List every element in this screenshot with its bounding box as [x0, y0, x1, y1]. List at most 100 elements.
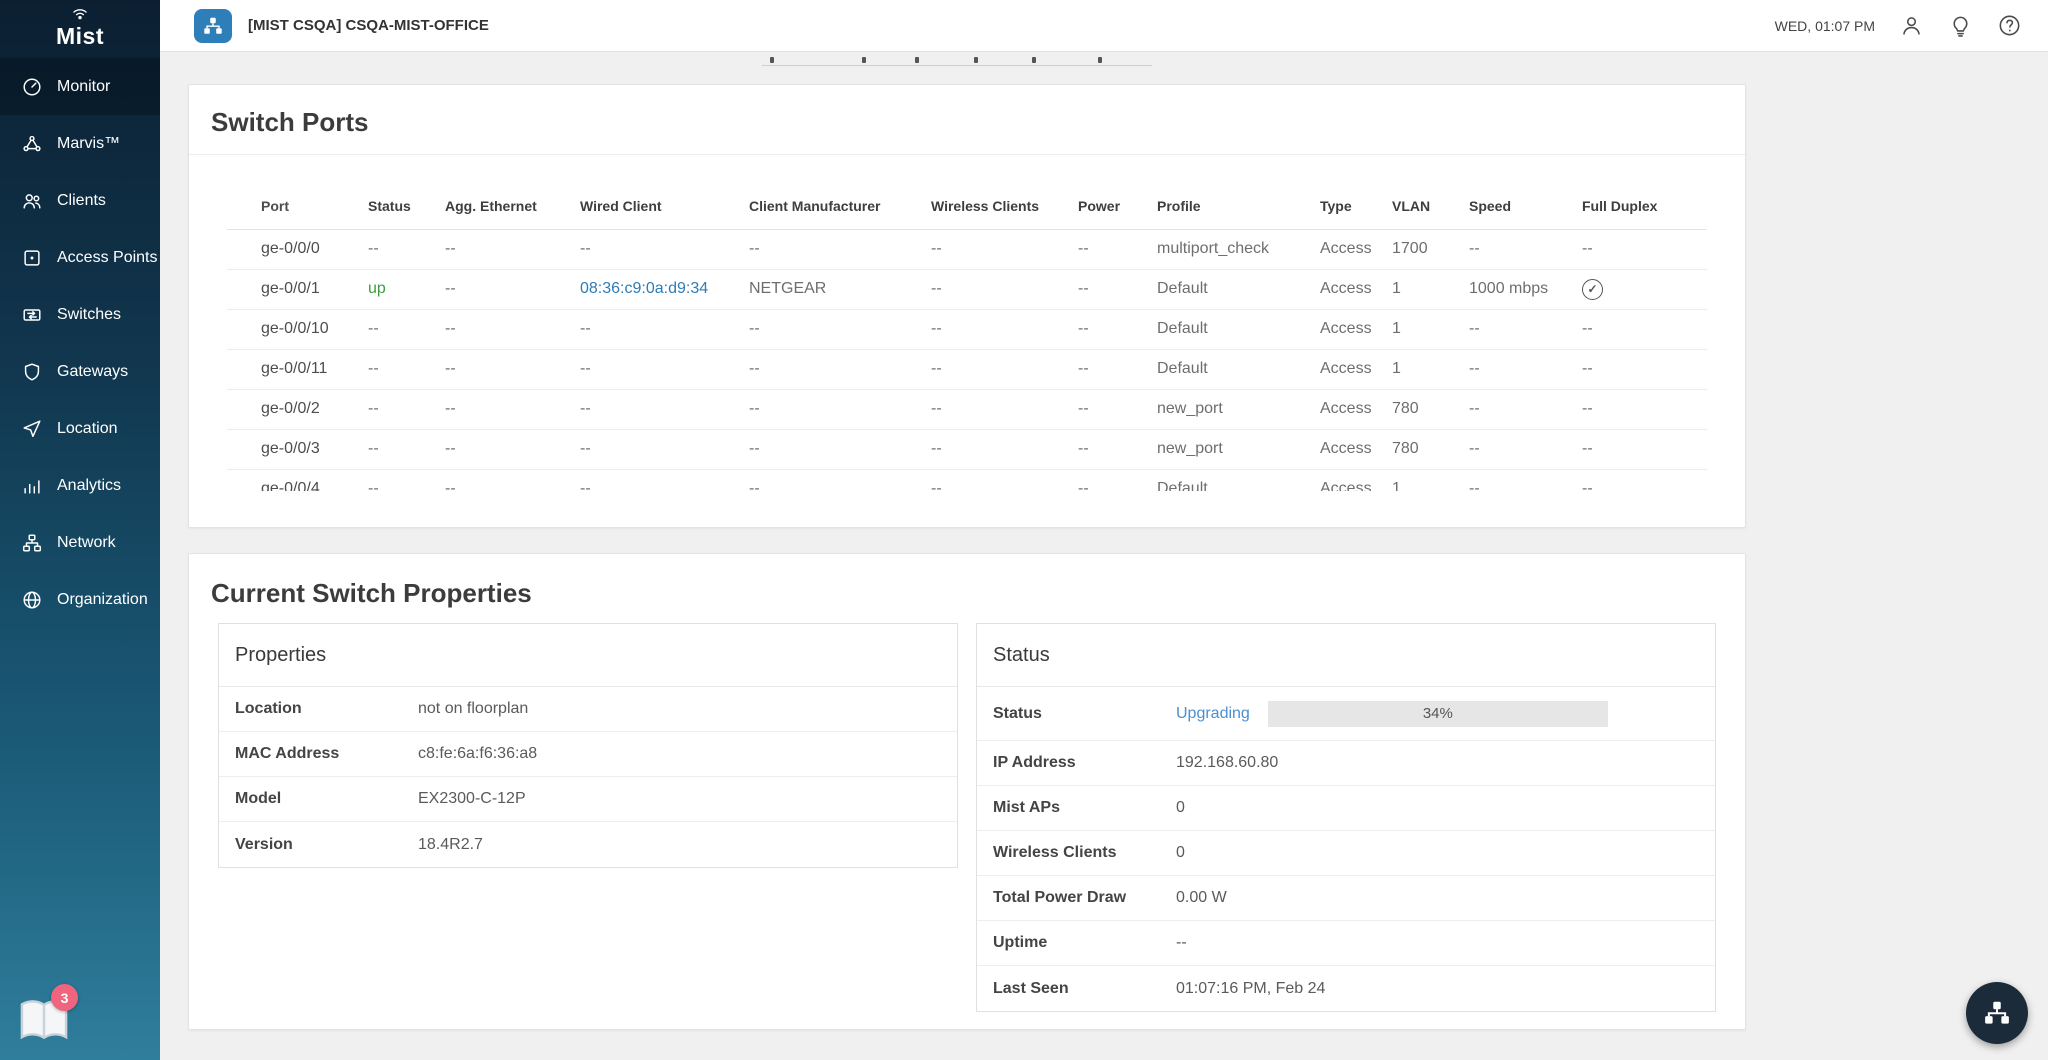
sidebar-item-label: Switches — [57, 306, 121, 324]
cell-wired-client: -- — [580, 229, 749, 269]
sitemap-icon — [20, 531, 44, 555]
cell-profile: new_port — [1157, 429, 1320, 469]
current-switch-properties-title: Current Switch Properties — [211, 578, 532, 608]
cell-agg-ethernet: -- — [445, 389, 580, 429]
sidebar-item-organization[interactable]: Organization — [0, 571, 160, 628]
property-value: c8:fe:6a:f6:36:a8 — [418, 745, 537, 763]
access-point-icon — [20, 246, 44, 270]
cell-type: Access — [1320, 389, 1392, 429]
cell-wireless-clients: -- — [931, 389, 1078, 429]
col-agg-ethernet: Agg. Ethernet — [445, 183, 580, 229]
current-switch-properties-header: Current Switch Properties — [189, 554, 1745, 623]
shield-icon — [20, 360, 44, 384]
sidebar-item-label: Access Points — [57, 249, 157, 267]
cell-status: up — [368, 269, 445, 309]
cell-status: -- — [368, 349, 445, 389]
properties-panels: Properties Location not on floorplan MAC… — [189, 623, 1745, 1012]
property-value: 01:07:16 PM, Feb 24 — [1176, 980, 1325, 998]
properties-panel-title: Properties — [219, 624, 957, 687]
sidebar-item-monitor[interactable]: Monitor — [0, 58, 160, 115]
account-button[interactable] — [1899, 13, 1924, 38]
cell-port: ge-0/0/2 — [227, 389, 368, 429]
upgrading-link[interactable]: Upgrading — [1176, 705, 1250, 723]
col-speed: Speed — [1469, 183, 1582, 229]
switch-ports-table: Port Status Agg. Ethernet Wired Client C… — [227, 183, 1707, 491]
property-label: Location — [235, 700, 418, 718]
org-title: [MIST CSQA] CSQA-MIST-OFFICE — [248, 17, 489, 34]
topbar-right: WED, 01:07 PM — [1775, 13, 2022, 38]
col-port: Port — [227, 183, 368, 229]
cell-power: -- — [1078, 349, 1157, 389]
cell-speed: -- — [1469, 389, 1582, 429]
org-switcher-button[interactable] — [194, 9, 232, 43]
cell-type: Access — [1320, 269, 1392, 309]
property-label: Total Power Draw — [993, 889, 1176, 907]
table-row[interactable]: ge-0/0/11 -- -- -- -- -- -- Default Acce… — [227, 349, 1707, 389]
status-panel: Status Status Upgrading 34% IP Address — [976, 623, 1716, 1012]
cell-power: -- — [1078, 309, 1157, 349]
help-button[interactable] — [1997, 13, 2022, 38]
marvis-chat-button[interactable] — [1966, 982, 2028, 1044]
cell-wireless-clients: -- — [931, 429, 1078, 469]
sidebar-item-analytics[interactable]: Analytics — [0, 457, 160, 514]
cell-agg-ethernet: -- — [445, 349, 580, 389]
cell-wired-client: 08:36:c9:0a:d9:34 — [580, 269, 749, 309]
cell-type: Access — [1320, 429, 1392, 469]
property-label: Version — [235, 836, 418, 854]
marvis-molecule-icon — [20, 132, 44, 156]
sidebar-item-location[interactable]: Location — [0, 400, 160, 457]
cell-wireless-clients: -- — [931, 269, 1078, 309]
property-label: Wireless Clients — [993, 844, 1176, 862]
cell-port: ge-0/0/11 — [227, 349, 368, 389]
sidebar-item-access-points[interactable]: Access Points — [0, 229, 160, 286]
table-row[interactable]: ge-0/0/1 up -- 08:36:c9:0a:d9:34 NETGEAR… — [227, 269, 1707, 309]
property-label: Status — [993, 705, 1176, 723]
mist-logo[interactable]: Mist — [0, 0, 160, 58]
documentation-button[interactable]: 3 — [14, 994, 74, 1048]
whats-new-button[interactable] — [1948, 13, 1973, 38]
cell-wireless-clients: -- — [931, 349, 1078, 389]
wired-client-link[interactable]: 08:36:c9:0a:d9:34 — [580, 280, 708, 297]
question-icon — [1997, 13, 2022, 38]
cell-profile: new_port — [1157, 389, 1320, 429]
cell-vlan: 1 — [1392, 469, 1469, 491]
gauge-icon — [20, 75, 44, 99]
property-value: 18.4R2.7 — [418, 836, 483, 854]
property-label: Uptime — [993, 934, 1176, 952]
status-value: Upgrading 34% — [1176, 701, 1608, 727]
table-row[interactable]: ge-0/0/0 -- -- -- -- -- -- multiport_che… — [227, 229, 1707, 269]
cell-full-duplex: -- — [1582, 309, 1707, 349]
sidebar-item-network[interactable]: Network — [0, 514, 160, 571]
cell-status: -- — [368, 229, 445, 269]
cell-wired-client: -- — [580, 389, 749, 429]
mist-logo-text: Mist — [56, 23, 104, 50]
table-row[interactable]: ge-0/0/10 -- -- -- -- -- -- Default Acce… — [227, 309, 1707, 349]
property-row: Uptime -- — [977, 921, 1715, 966]
table-row[interactable]: ge-0/0/2 -- -- -- -- -- -- new_port Acce… — [227, 389, 1707, 429]
property-value: -- — [1176, 934, 1187, 952]
cell-agg-ethernet: -- — [445, 309, 580, 349]
cell-agg-ethernet: -- — [445, 469, 580, 491]
property-value: 0 — [1176, 799, 1185, 817]
property-label: Mist APs — [993, 799, 1176, 817]
sidebar-item-clients[interactable]: Clients — [0, 172, 160, 229]
clipped-scrolled-content — [762, 54, 1152, 66]
upgrade-progress-label: 34% — [1268, 701, 1608, 727]
cell-vlan: 1 — [1392, 309, 1469, 349]
cell-port: ge-0/0/0 — [227, 229, 368, 269]
cell-agg-ethernet: -- — [445, 429, 580, 469]
cell-power: -- — [1078, 269, 1157, 309]
org-network-icon — [1982, 998, 2012, 1028]
property-row: MAC Address c8:fe:6a:f6:36:a8 — [219, 732, 957, 777]
cell-profile: Default — [1157, 469, 1320, 491]
cell-client-manufacturer: -- — [749, 349, 931, 389]
cell-port: ge-0/0/3 — [227, 429, 368, 469]
sidebar-item-switches[interactable]: Switches — [0, 286, 160, 343]
property-row: Wireless Clients 0 — [977, 831, 1715, 876]
switch-ports-table-viewport[interactable]: Port Status Agg. Ethernet Wired Client C… — [227, 183, 1707, 491]
table-row[interactable]: ge-0/0/4 -- -- -- -- -- -- Default Acces… — [227, 469, 1707, 491]
col-type: Type — [1320, 183, 1392, 229]
table-row[interactable]: ge-0/0/3 -- -- -- -- -- -- new_port Acce… — [227, 429, 1707, 469]
sidebar-item-marvis[interactable]: Marvis™ — [0, 115, 160, 172]
sidebar-item-gateways[interactable]: Gateways — [0, 343, 160, 400]
